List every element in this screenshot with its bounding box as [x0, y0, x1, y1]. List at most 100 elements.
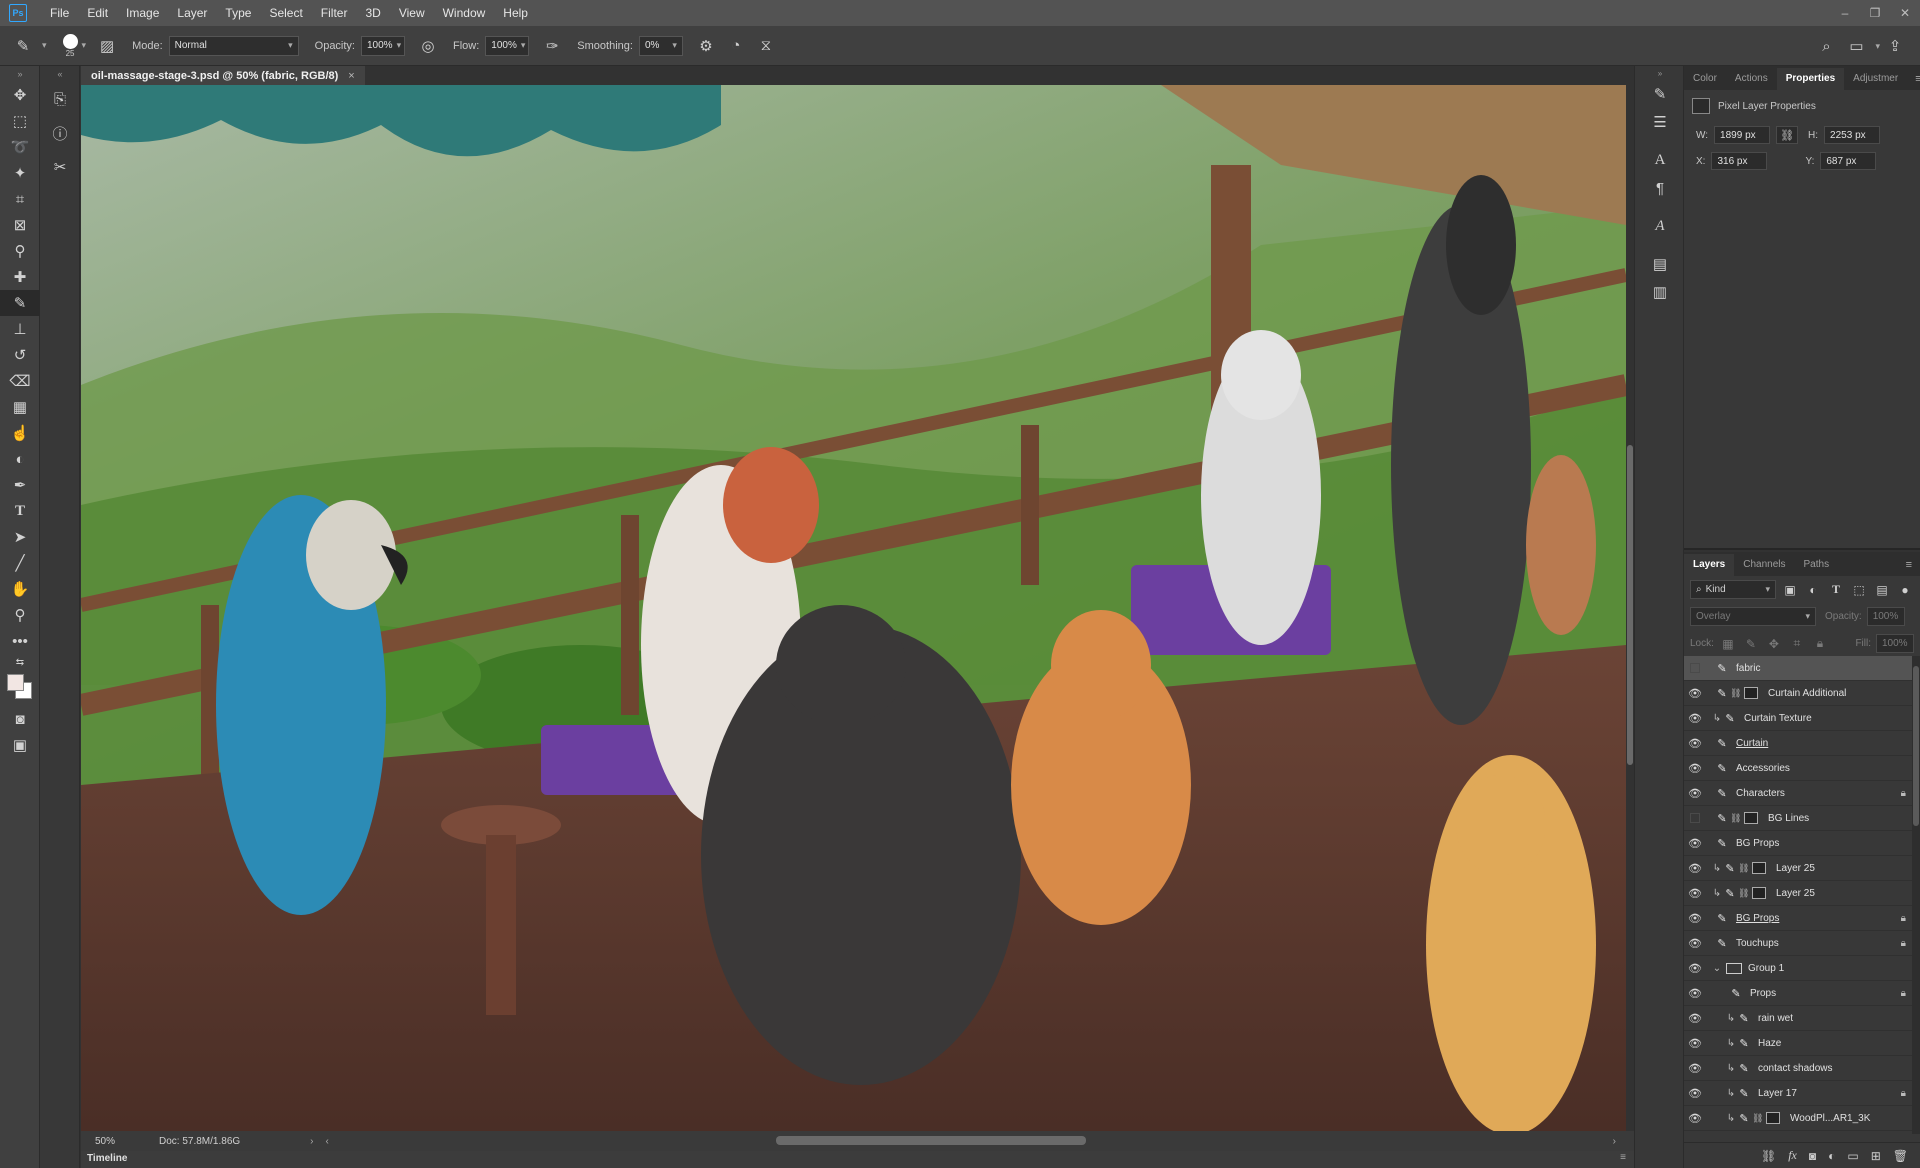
- workspace-icon[interactable]: ▭: [1847, 37, 1865, 55]
- zoom-tool-icon[interactable]: ⚲: [0, 602, 40, 628]
- menu-edit[interactable]: Edit: [78, 0, 117, 26]
- visibility-toggle-off[interactable]: [1684, 663, 1706, 673]
- paragraph-panel-icon[interactable]: ¶: [1635, 174, 1685, 202]
- photoshop-logo-icon[interactable]: Ps: [9, 4, 27, 22]
- layer-row[interactable]: ✎ fabric: [1684, 656, 1920, 681]
- eye-icon[interactable]: 👁︎: [1684, 1037, 1706, 1050]
- filter-smart-object-icon[interactable]: ▤: [1873, 583, 1891, 597]
- eye-icon[interactable]: 👁︎: [1684, 837, 1706, 850]
- menu-view[interactable]: View: [390, 0, 434, 26]
- opacity-field[interactable]: 100% ▾: [361, 35, 405, 56]
- blend-mode-select[interactable]: Overlay ▾: [1690, 607, 1816, 626]
- eye-icon[interactable]: 👁︎: [1684, 862, 1706, 875]
- scroll-left-icon[interactable]: ‹: [326, 1136, 329, 1147]
- panel-menu-icon[interactable]: ≡: [1898, 554, 1920, 576]
- eye-icon[interactable]: 👁︎: [1684, 687, 1706, 700]
- smudge-tool-icon[interactable]: ☝: [0, 420, 40, 446]
- layer-row[interactable]: 👁︎ ✎ ⛓ Curtain Additional: [1684, 681, 1920, 706]
- menu-select[interactable]: Select: [260, 0, 311, 26]
- filter-pixel-icon[interactable]: ▣: [1781, 583, 1799, 597]
- layer-row[interactable]: 👁︎ ↳ ✎ Curtain Texture: [1684, 706, 1920, 731]
- filter-adjustment-icon[interactable]: ◐: [1804, 583, 1822, 597]
- layer-row[interactable]: 👁︎ ↳ ✎ ⛓ Layer 25: [1684, 881, 1920, 906]
- glyphs-panel-icon[interactable]: A: [1635, 212, 1685, 240]
- menu-image[interactable]: Image: [117, 0, 168, 26]
- timeline-panel[interactable]: Timeline ≡: [81, 1151, 1634, 1168]
- eye-icon[interactable]: 👁︎: [1684, 1012, 1706, 1025]
- layer-row[interactable]: 👁︎ ✎ Props 🔒︎: [1684, 981, 1920, 1006]
- tab-color[interactable]: Color: [1684, 68, 1726, 90]
- magic-wand-tool-icon[interactable]: ✦: [0, 160, 40, 186]
- eye-icon[interactable]: 👁︎: [1684, 962, 1706, 975]
- new-layer-icon[interactable]: ⊞: [1871, 1149, 1881, 1163]
- canvas-horizontal-scroll-thumb[interactable]: [776, 1136, 1086, 1145]
- libraries-panel-icon[interactable]: ▤: [1635, 250, 1685, 278]
- notes-panel-icon[interactable]: ▥: [1635, 278, 1685, 306]
- path-selection-tool-icon[interactable]: ➤: [0, 524, 40, 550]
- menu-window[interactable]: Window: [434, 0, 495, 26]
- mode-select[interactable]: Normal ▾: [168, 35, 299, 56]
- timeline-menu-icon[interactable]: ≡: [1620, 1152, 1626, 1163]
- new-group-icon[interactable]: ▭: [1847, 1149, 1858, 1163]
- smoothing-field[interactable]: 0% ▾: [638, 35, 683, 56]
- close-window-button[interactable]: ✕: [1890, 0, 1920, 26]
- frame-tool-icon[interactable]: ⊠: [0, 212, 40, 238]
- lock-position-icon[interactable]: ✥: [1765, 637, 1783, 651]
- delete-layer-icon[interactable]: 🗑︎: [1893, 1149, 1908, 1163]
- document-tab[interactable]: oil-massage-stage-3.psd @ 50% (fabric, R…: [81, 66, 365, 85]
- layer-row[interactable]: 👁︎ ↳ ✎ contact shadows: [1684, 1056, 1920, 1081]
- layers-scrollbar[interactable]: [1912, 656, 1920, 1134]
- tab-actions[interactable]: Actions: [1726, 68, 1777, 90]
- fx-icon[interactable]: fx: [1788, 1148, 1797, 1163]
- marquee-tool-icon[interactable]: ⬚: [0, 108, 40, 134]
- menu-type[interactable]: Type: [216, 0, 260, 26]
- link-icon[interactable]: ⛓: [1776, 126, 1799, 144]
- zoom-level[interactable]: 50%: [95, 1136, 155, 1147]
- menu-layer[interactable]: Layer: [168, 0, 216, 26]
- layer-row[interactable]: 👁︎ ✎ Characters 🔒︎: [1684, 781, 1920, 806]
- scroll-right-icon[interactable]: ›: [1613, 1136, 1616, 1147]
- flow-field[interactable]: 100% ▾: [485, 35, 530, 56]
- panel-menu-icon[interactable]: ≡: [1907, 68, 1920, 90]
- history-brush-tool-icon[interactable]: ↺: [0, 342, 40, 368]
- link-layers-icon[interactable]: ⛓: [1761, 1149, 1776, 1163]
- eye-icon[interactable]: 👁︎: [1684, 987, 1706, 1000]
- width-field[interactable]: 1899 px: [1714, 126, 1771, 144]
- layer-opacity-field[interactable]: 100%: [1866, 607, 1905, 626]
- history-panel-icon[interactable]: ⎘: [40, 82, 80, 116]
- tab-layers[interactable]: Layers: [1684, 554, 1735, 576]
- lock-image-icon[interactable]: ✎: [1742, 637, 1760, 651]
- eraser-tool-icon[interactable]: ⌫: [0, 368, 40, 394]
- x-field[interactable]: 316 px: [1711, 152, 1768, 170]
- layer-row[interactable]: 👁︎ ↳ ✎ Haze: [1684, 1031, 1920, 1056]
- collapse-toolbar-icon[interactable]: »: [0, 66, 40, 82]
- pressure-opacity-icon[interactable]: ◎: [419, 37, 437, 55]
- tab-channels[interactable]: Channels: [1734, 554, 1794, 576]
- gear-icon[interactable]: ⚙: [697, 37, 715, 55]
- menu-3d[interactable]: 3D: [356, 0, 389, 26]
- adjust-sliders-icon[interactable]: ☰: [1635, 108, 1685, 136]
- layer-row[interactable]: 👁︎ ✎ BG Props: [1684, 831, 1920, 856]
- layer-row[interactable]: 👁︎ ↳ ✎ Layer 17 🔒︎: [1684, 1081, 1920, 1106]
- search-icon[interactable]: ⌕: [1817, 38, 1835, 55]
- y-field[interactable]: 687 px: [1820, 152, 1877, 170]
- brush-tool-preset-icon[interactable]: ✎: [14, 37, 32, 55]
- gradient-tool-icon[interactable]: ▦: [0, 394, 40, 420]
- screen-mode-icon[interactable]: ▣: [0, 732, 40, 758]
- menu-file[interactable]: File: [41, 0, 78, 26]
- type-tool-icon[interactable]: T: [0, 498, 40, 524]
- filter-toggle-icon[interactable]: ●: [1896, 583, 1914, 597]
- minimize-button[interactable]: –: [1830, 0, 1860, 26]
- airbrush-icon[interactable]: ✑: [543, 37, 561, 55]
- info-panel-icon[interactable]: ⓘ: [40, 116, 80, 150]
- close-document-icon[interactable]: ×: [348, 70, 354, 82]
- eyedropper-tool-icon[interactable]: ⚲: [0, 238, 40, 264]
- layer-row[interactable]: 👁︎ ✎ BG Props 🔒︎: [1684, 906, 1920, 931]
- collapse-strip-icon[interactable]: »: [1635, 66, 1685, 80]
- pen-tool-icon[interactable]: ✒: [0, 472, 40, 498]
- layer-row[interactable]: 👁︎ ✎ Curtain: [1684, 731, 1920, 756]
- eye-icon[interactable]: 👁︎: [1684, 912, 1706, 925]
- share-icon[interactable]: ⇪: [1886, 37, 1904, 55]
- layer-row[interactable]: ✎ ⛓ BG Lines: [1684, 806, 1920, 831]
- tab-paths[interactable]: Paths: [1795, 554, 1839, 576]
